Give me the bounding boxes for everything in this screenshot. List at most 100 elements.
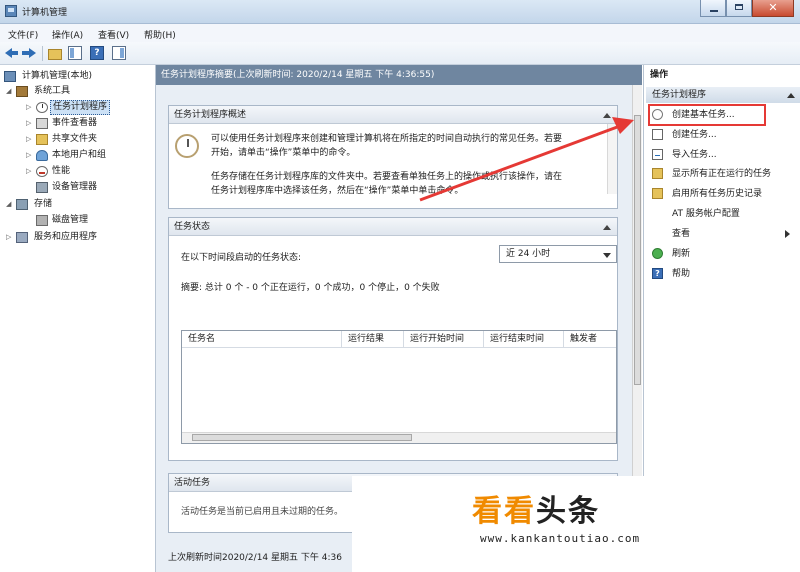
expand-icon[interactable]: ▷ (26, 100, 33, 115)
last-refresh-text: 上次刷新时间2020/2/14 星期五 下午 4:36 (168, 553, 342, 563)
chevron-down-icon (603, 253, 611, 258)
overview-section-header[interactable]: 任务计划程序概述 (169, 106, 617, 124)
shared-folder-icon (36, 134, 48, 145)
close-icon: ✕ (768, 1, 778, 14)
status-period-label: 在以下时间段启动的任务状态: (181, 253, 302, 263)
action-label: 显示所有正在运行的任务 (672, 169, 772, 179)
active-tasks-description: 活动任务是当前已启用且未过期的任务。 (181, 507, 344, 517)
task-status-section: 任务状态 在以下时间段启动的任务状态: 近 24 小时 摘要: 总计 0 个 -… (168, 217, 618, 461)
import-task-action[interactable]: 导入任务... (650, 146, 800, 164)
time-range-select[interactable]: 近 24 小时 (499, 245, 617, 263)
column-task-name[interactable]: 任务名 (182, 331, 342, 347)
minimize-button[interactable] (700, 0, 726, 17)
maximize-button[interactable] (726, 0, 752, 17)
actions-header: 操作 (644, 65, 800, 85)
view-action[interactable]: 查看 (650, 225, 800, 243)
menu-view[interactable]: 查看(V) (98, 28, 129, 41)
show-hide-actions-icon[interactable] (112, 46, 126, 60)
time-range-value: 近 24 小时 (506, 249, 551, 259)
refresh-icon (652, 248, 663, 259)
show-hide-tree-icon[interactable] (68, 46, 82, 60)
task-status-title: 任务状态 (174, 222, 211, 232)
task-status-table: 任务名 运行结果 运行开始时间 运行结束时间 触发者 (181, 330, 617, 444)
watermark-logo-part: 头条 (536, 494, 600, 529)
storage-icon (16, 199, 28, 210)
overview-text-line: 开始，请单击“操作”菜单中的命令。 (211, 148, 356, 158)
action-label: 创建任务... (672, 130, 717, 140)
overview-scrollbar[interactable] (607, 124, 617, 194)
watermark-overlay: 看看头条 www.kankantoutiao.com (352, 476, 800, 572)
overview-title: 任务计划程序概述 (174, 110, 247, 120)
help-icon[interactable]: ? (90, 46, 104, 60)
summary-header: 任务计划程序摘要(上次刷新时间: 2020/2/14 星期五 下午 4:36:5… (156, 65, 642, 85)
clock-icon (36, 102, 48, 113)
show-running-tasks-action[interactable]: 显示所有正在运行的任务 (650, 165, 800, 183)
close-button[interactable]: ✕ (752, 0, 794, 17)
create-basic-task-action[interactable]: 创建基本任务... (648, 104, 766, 126)
menu-bar: 文件(F) 操作(A) 查看(V) 帮助(H) (0, 24, 800, 42)
overview-text-line: 任务计划程序库中选择该任务，然后在“操作”菜单中单击命令。 (211, 186, 464, 196)
table-header: 任务名 运行结果 运行开始时间 运行结束时间 触发者 (182, 331, 616, 348)
expand-icon[interactable]: ▷ (26, 164, 33, 179)
column-run-start[interactable]: 运行开始时间 (404, 331, 484, 347)
column-run-result[interactable]: 运行结果 (342, 331, 404, 347)
help-action[interactable]: ? 帮助 (650, 265, 800, 283)
performance-icon (36, 166, 48, 177)
collapse-icon[interactable]: ◢ (6, 84, 13, 99)
tools-icon (16, 86, 28, 97)
title-bar: 计算机管理 ✕ (0, 0, 800, 24)
watermark-logo-part: 看看 (472, 494, 536, 529)
device-manager-icon (36, 182, 48, 193)
up-folder-icon[interactable] (48, 49, 62, 60)
window-controls: ✕ (700, 0, 794, 17)
overview-text-line: 可以使用任务计划程序来创建和管理计算机将在所指定的时间自动执行的常见任务。若要 (211, 134, 563, 144)
folder-icon (652, 188, 663, 199)
forward-arrow-icon[interactable] (22, 46, 36, 60)
scroll-thumb[interactable] (192, 434, 412, 441)
menu-file[interactable]: 文件(F) (8, 28, 38, 41)
at-service-config-action[interactable]: AT 服务帐户配置 (650, 205, 800, 223)
scheduler-clock-icon (175, 134, 199, 158)
collapse-up-icon[interactable] (787, 93, 795, 98)
refresh-action[interactable]: 刷新 (650, 245, 800, 263)
overview-paragraph-2: 任务存储在任务计划程序库的文件夹中。若要查看单独任务上的操作或执行该操作，请在 … (211, 170, 601, 198)
task-status-section-header[interactable]: 任务状态 (169, 218, 617, 236)
enable-history-action[interactable]: 启用所有任务历史记录 (650, 185, 800, 203)
users-icon (36, 150, 48, 161)
overview-paragraph-1: 可以使用任务计划程序来创建和管理计算机将在所指定的时间自动执行的常见任务。若要 … (211, 132, 601, 160)
console-tree: 计算机管理(本地) ◢ 系统工具 ▷ 任务计划程序 ▷ 事件查看器 ▷ 共享文件… (0, 65, 156, 572)
scroll-thumb[interactable] (634, 115, 641, 385)
services-icon (16, 232, 28, 243)
expand-icon[interactable]: ▷ (6, 230, 13, 245)
table-horizontal-scrollbar[interactable] (182, 432, 616, 443)
expand-icon[interactable]: ▷ (26, 132, 33, 147)
watermark-logo: 看看头条 (472, 486, 600, 530)
expand-icon[interactable]: ▷ (26, 148, 33, 163)
column-run-end[interactable]: 运行结束时间 (484, 331, 564, 347)
action-label: 启用所有任务历史记录 (672, 189, 763, 199)
disk-icon (36, 215, 48, 226)
action-label: 创建基本任务... (672, 110, 735, 120)
collapse-icon[interactable]: ◢ (6, 197, 13, 212)
action-label: 帮助 (672, 269, 691, 279)
column-triggered-by[interactable]: 触发者 (564, 331, 616, 347)
create-task-action[interactable]: 创建任务... (650, 126, 800, 144)
active-tasks-title: 活动任务 (174, 478, 211, 488)
actions-subheader-label: 任务计划程序 (652, 90, 707, 100)
collapse-up-icon[interactable] (603, 113, 611, 118)
expand-icon[interactable]: ▷ (26, 116, 33, 131)
action-label: 导入任务... (672, 150, 717, 160)
menu-action[interactable]: 操作(A) (52, 28, 83, 41)
overview-section: 任务计划程序概述 可以使用任务计划程序来创建和管理计算机将在所指定的时间自动执行… (168, 105, 618, 209)
collapse-up-icon[interactable] (603, 225, 611, 230)
menu-help[interactable]: 帮助(H) (144, 28, 176, 41)
actions-subheader[interactable]: 任务计划程序 (646, 87, 800, 103)
back-arrow-icon[interactable] (5, 46, 19, 60)
event-log-icon (36, 118, 48, 129)
action-label: AT 服务帐户配置 (672, 209, 740, 219)
toolbar-separator (42, 46, 43, 61)
action-label: 刷新 (672, 249, 691, 259)
help-icon: ? (652, 268, 663, 279)
toolbar: ? (0, 42, 800, 65)
status-summary: 摘要: 总计 0 个 - 0 个正在运行，0 个成功，0 个停止，0 个失败 (181, 283, 440, 293)
